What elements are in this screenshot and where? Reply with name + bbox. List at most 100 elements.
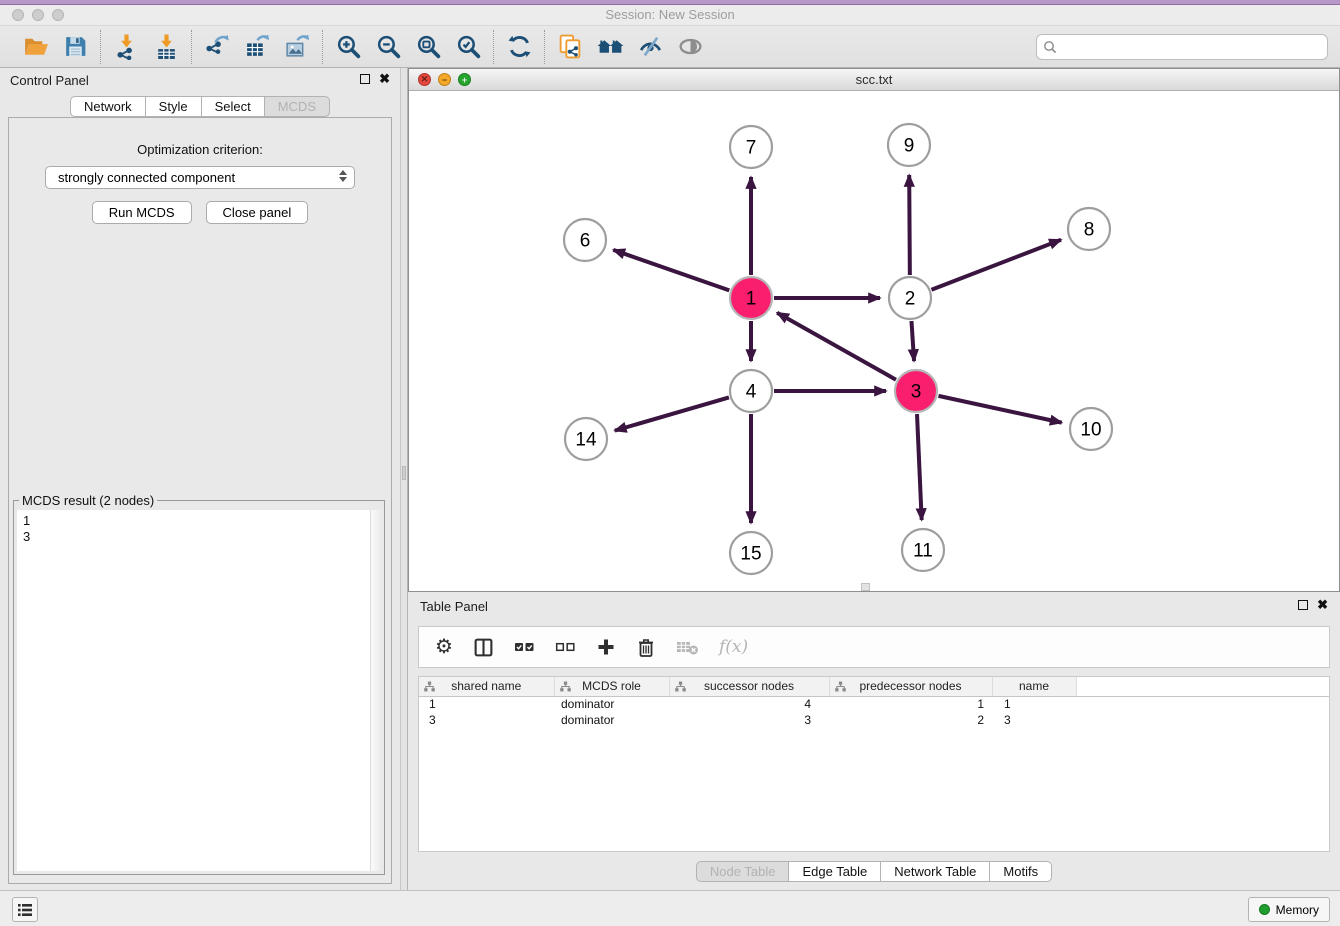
graph-edge-3-1[interactable] xyxy=(777,313,896,380)
table-cell[interactable]: dominator xyxy=(554,696,669,712)
divider-handle[interactable] xyxy=(402,466,406,480)
network-canvas[interactable]: 7 9 6 8 1 2 4 3 14 10 15 11 xyxy=(409,91,1339,591)
graph-edge-3-10[interactable] xyxy=(938,396,1061,423)
table-cell[interactable]: 1 xyxy=(992,696,1076,712)
table-cell[interactable]: 1 xyxy=(419,696,554,712)
graph-edge-2-8[interactable] xyxy=(931,240,1061,290)
mcds-tab-content: Optimization criterion: strongly connect… xyxy=(8,117,392,884)
column-header-successor-nodes[interactable]: successor nodes xyxy=(669,677,829,696)
tab-mcds[interactable]: MCDS xyxy=(265,96,330,117)
memory-button[interactable]: Memory xyxy=(1248,897,1330,922)
import-table-icon[interactable] xyxy=(150,31,182,63)
empty-header-space xyxy=(1076,677,1329,696)
tab-network[interactable]: Network xyxy=(70,96,146,117)
table-cell[interactable]: 3 xyxy=(419,712,554,728)
zoom-out-icon[interactable] xyxy=(372,31,404,63)
function-builder-icon[interactable]: f(x) xyxy=(719,637,748,657)
graph-node-10[interactable]: 10 xyxy=(1070,408,1112,450)
result-scrollbar[interactable] xyxy=(370,510,381,871)
show-column-panel-icon[interactable] xyxy=(473,637,494,658)
tab-node-table[interactable]: Node Table xyxy=(696,861,790,882)
export-network-icon[interactable] xyxy=(201,31,233,63)
close-table-panel-icon[interactable]: ✖ xyxy=(1317,600,1328,610)
graph-node-3[interactable]: 3 xyxy=(895,370,937,412)
graph-edge-4-14[interactable] xyxy=(615,397,729,430)
graph-node-label: 15 xyxy=(740,544,761,565)
new-network-from-selection-icon[interactable] xyxy=(554,31,586,63)
deselect-all-rows-icon[interactable] xyxy=(555,640,576,654)
tab-style[interactable]: Style xyxy=(146,96,202,117)
column-header-mcds-role[interactable]: MCDS role xyxy=(554,677,669,696)
graph-node-6[interactable]: 6 xyxy=(564,219,606,261)
table-cell[interactable]: 4 xyxy=(669,696,829,712)
graph-node-11[interactable]: 11 xyxy=(902,529,944,571)
graph-node-label: 8 xyxy=(1084,220,1095,241)
canvas-resize-handle[interactable] xyxy=(861,583,870,591)
criterion-dropdown[interactable]: strongly connected component xyxy=(45,166,355,189)
graph-node-14[interactable]: 14 xyxy=(565,418,607,460)
graph-edge-3-11[interactable] xyxy=(917,414,922,520)
graph-node-2[interactable]: 2 xyxy=(889,277,931,319)
export-image-icon[interactable] xyxy=(281,31,313,63)
export-table-icon[interactable] xyxy=(241,31,273,63)
add-column-icon[interactable] xyxy=(596,637,616,657)
graph-node-label: 10 xyxy=(1080,420,1101,441)
table-cell[interactable]: 3 xyxy=(669,712,829,728)
delete-rows-trash-icon[interactable] xyxy=(636,637,656,658)
mcds-result-text: 1 3 xyxy=(17,510,381,548)
show-hide-graphics-details-icon[interactable] xyxy=(634,31,666,63)
search-icon xyxy=(1043,40,1057,59)
zoom-selected-icon[interactable] xyxy=(452,31,484,63)
control-panel: Control Panel ✖ Network Style Select MCD… xyxy=(0,68,400,890)
graph-edge-1-6[interactable] xyxy=(613,250,729,291)
table-cell[interactable]: 3 xyxy=(992,712,1076,728)
main-toolbar xyxy=(0,26,1340,68)
graph-node-1[interactable]: 1 xyxy=(730,277,772,319)
import-network-icon[interactable] xyxy=(110,31,142,63)
table-row[interactable]: 1dominator411 xyxy=(419,696,1329,712)
graph-node-4[interactable]: 4 xyxy=(730,370,772,412)
open-session-icon[interactable] xyxy=(19,31,51,63)
tree-sort-icon xyxy=(560,681,571,695)
network-overview-home-icon[interactable] xyxy=(594,31,626,63)
tab-edge-table[interactable]: Edge Table xyxy=(789,861,881,882)
graph-node-label: 6 xyxy=(580,231,591,252)
table-row[interactable]: 3dominator323 xyxy=(419,712,1329,728)
tab-select[interactable]: Select xyxy=(202,96,265,117)
graph-node-8[interactable]: 8 xyxy=(1068,208,1110,250)
network-graph[interactable]: 7 9 6 8 1 2 4 3 14 10 15 11 xyxy=(409,91,1339,591)
delete-table-icon[interactable] xyxy=(676,639,699,656)
refresh-layout-icon[interactable] xyxy=(503,31,535,63)
graph-node-9[interactable]: 9 xyxy=(888,124,930,166)
control-panel-header: Control Panel ✖ xyxy=(0,68,400,94)
tab-motifs[interactable]: Motifs xyxy=(990,861,1052,882)
column-header-shared-name[interactable]: shared name xyxy=(419,677,554,696)
run-mcds-button[interactable]: Run MCDS xyxy=(92,201,192,224)
panel-divider[interactable] xyxy=(400,68,408,890)
close-panel-button[interactable]: Close panel xyxy=(206,201,309,224)
graph-node-label: 14 xyxy=(575,430,597,451)
table-cell[interactable]: 1 xyxy=(829,696,992,712)
criterion-dropdown-value: strongly connected component xyxy=(58,170,235,185)
table-cell[interactable]: dominator xyxy=(554,712,669,728)
graph-edge-2-3[interactable] xyxy=(911,321,914,361)
save-session-icon[interactable] xyxy=(59,31,91,63)
search-input[interactable] xyxy=(1036,34,1328,60)
table-settings-gear-icon[interactable]: ⚙ xyxy=(435,637,453,657)
tab-network-table[interactable]: Network Table xyxy=(881,861,990,882)
float-table-panel-icon[interactable] xyxy=(1298,600,1308,610)
zoom-fit-icon[interactable] xyxy=(412,31,444,63)
column-header-name[interactable]: name xyxy=(992,677,1076,696)
float-panel-icon[interactable] xyxy=(360,74,370,84)
graph-node-15[interactable]: 15 xyxy=(730,532,772,574)
task-history-button[interactable] xyxy=(12,897,38,922)
select-all-rows-icon[interactable] xyxy=(514,640,535,654)
graph-node-7[interactable]: 7 xyxy=(730,126,772,168)
table-panel-tabs: Node Table Edge Table Network Table Moti… xyxy=(408,861,1340,882)
close-panel-icon[interactable]: ✖ xyxy=(379,74,390,84)
column-header-predecessor-nodes[interactable]: predecessor nodes xyxy=(829,677,992,696)
zoom-in-icon[interactable] xyxy=(332,31,364,63)
eye-icon[interactable] xyxy=(674,31,706,63)
graph-edge-2-9[interactable] xyxy=(909,175,910,275)
table-cell[interactable]: 2 xyxy=(829,712,992,728)
